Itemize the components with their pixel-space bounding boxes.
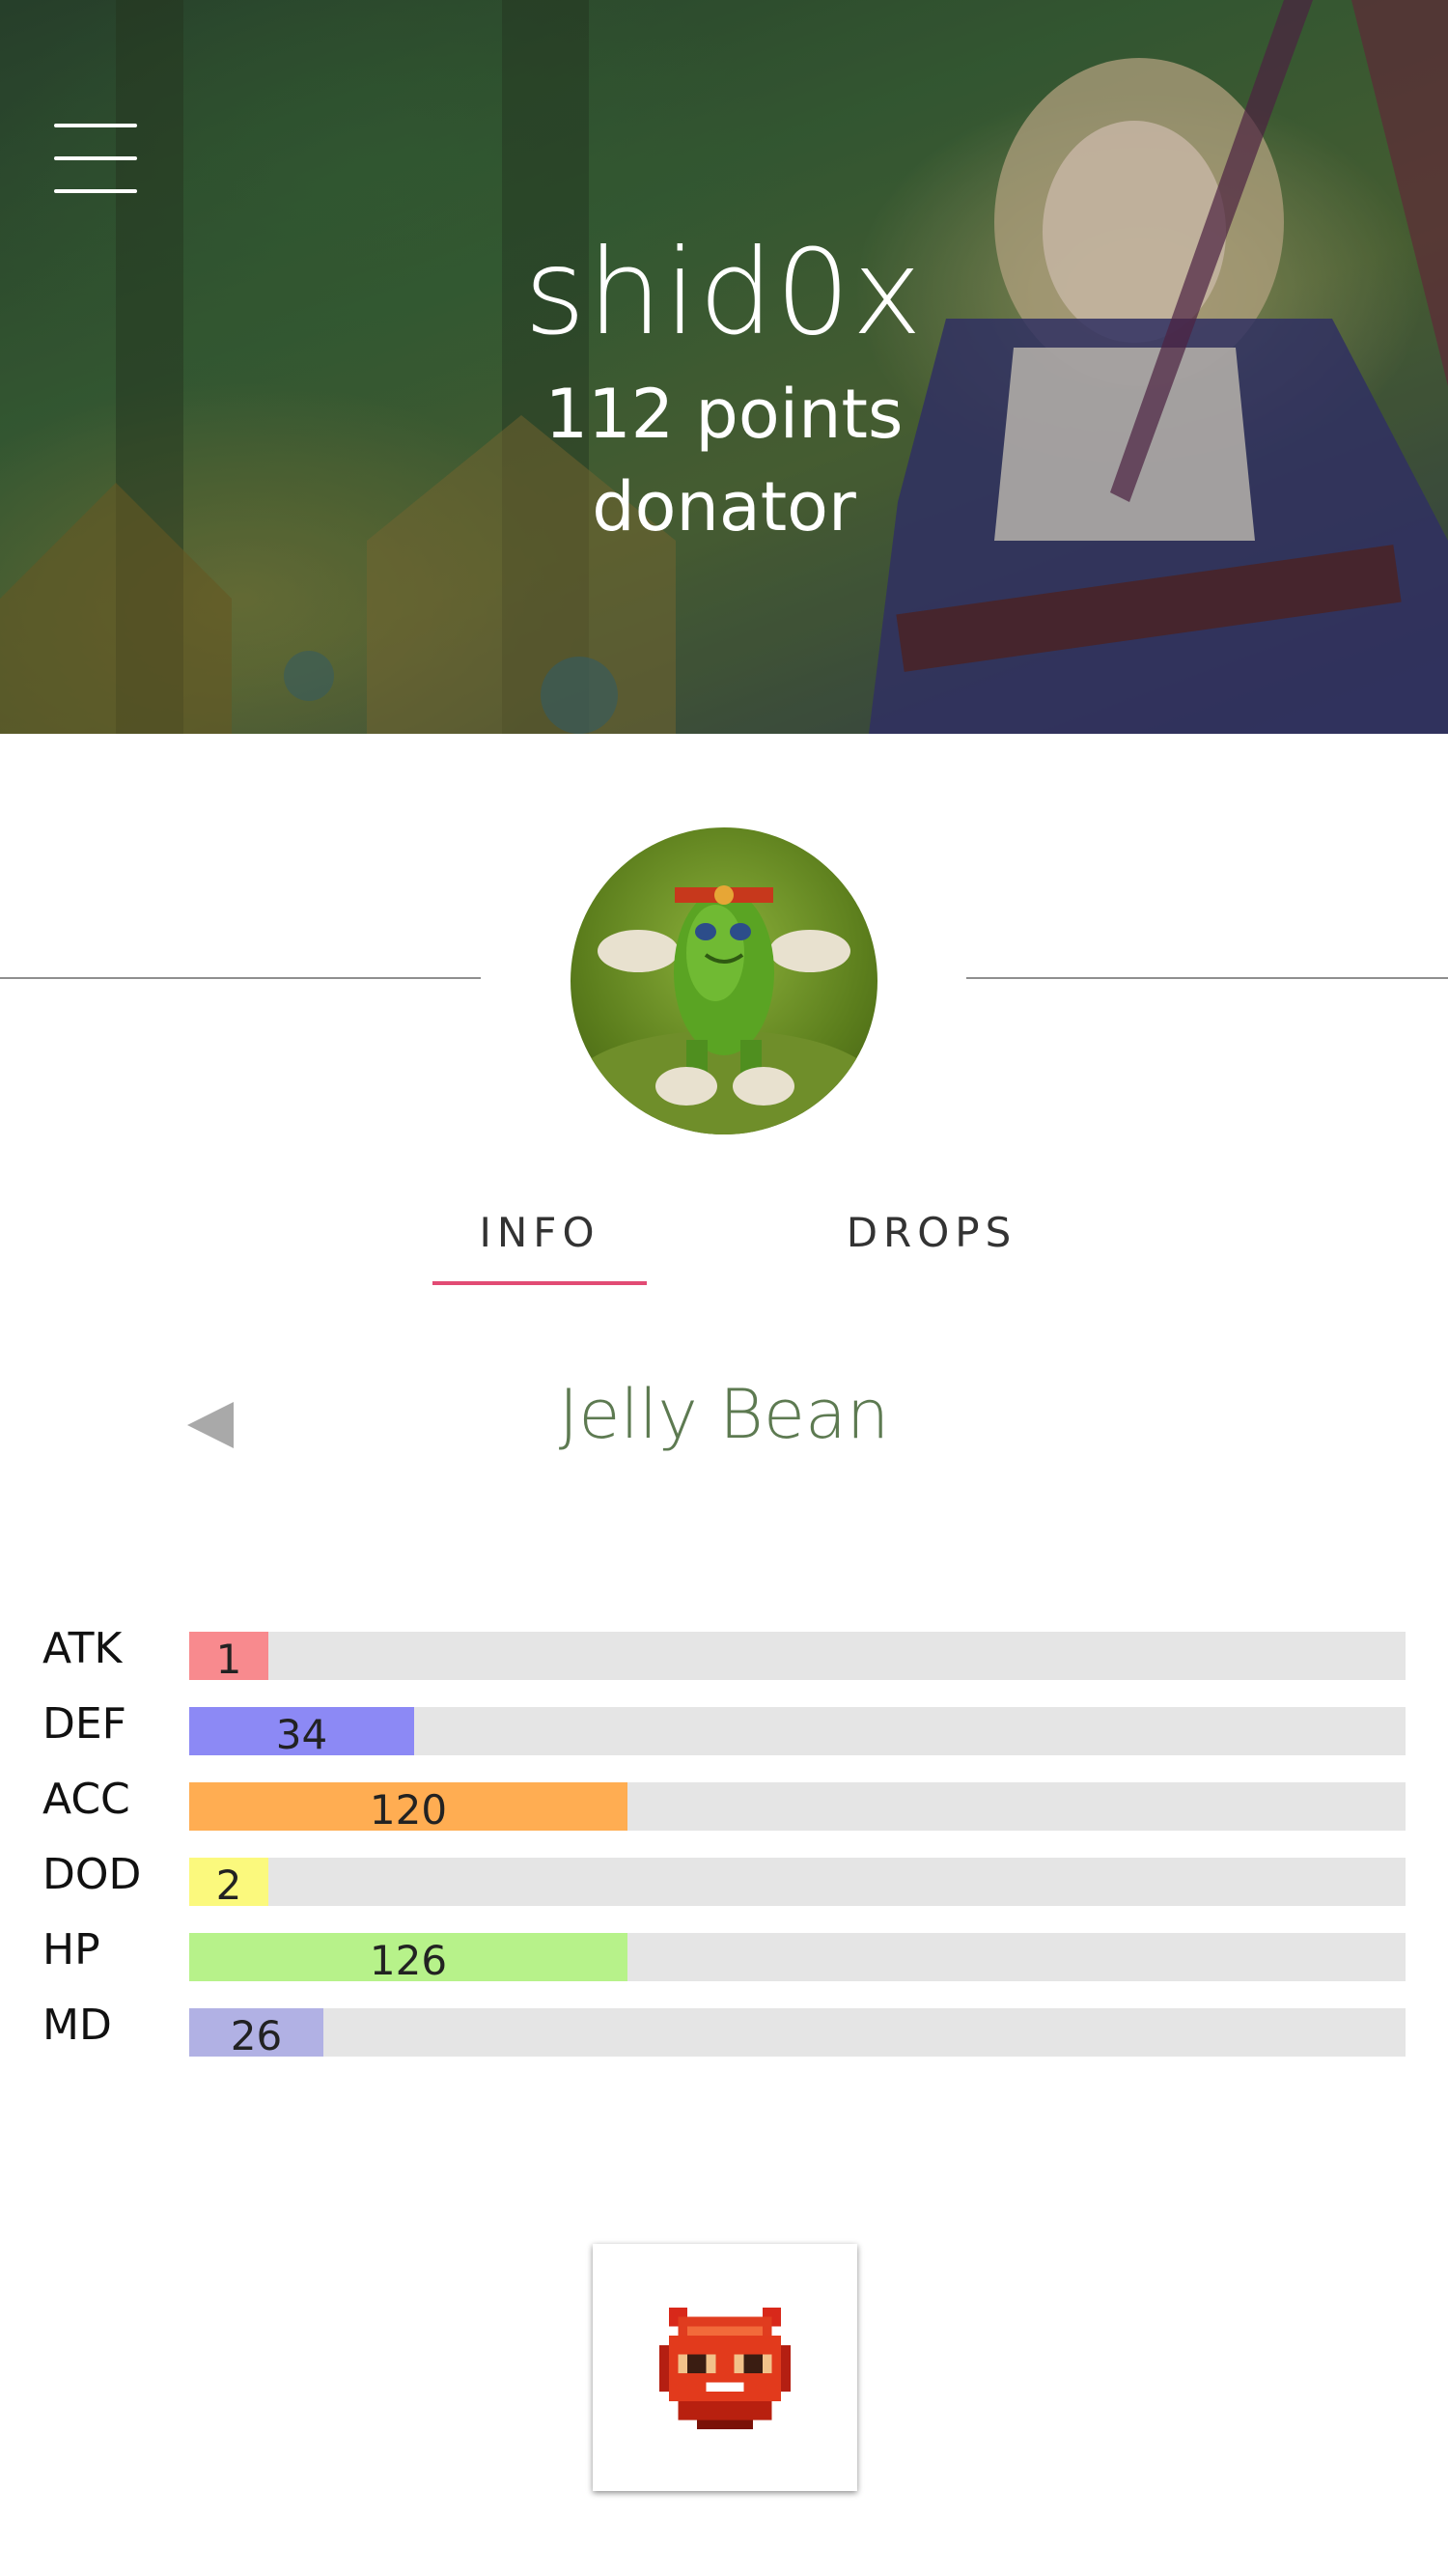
stat-row-atk: ATK 1: [0, 1624, 1448, 1690]
stat-row-md: MD 26: [0, 2001, 1448, 2066]
stat-value: 34: [275, 1711, 328, 1758]
stat-row-hp: HP 126: [0, 1925, 1448, 1991]
stat-row-acc: ACC 120: [0, 1775, 1448, 1840]
stat-bar-track: 1: [189, 1632, 1406, 1683]
divider-line-left: [0, 977, 481, 979]
stat-bar-track: 34: [189, 1707, 1406, 1758]
stat-bar-track: 120: [189, 1782, 1406, 1834]
tab-drops[interactable]: DROPS: [830, 1209, 1033, 1256]
active-tab-indicator: [432, 1281, 647, 1285]
stat-value: 120: [369, 1786, 448, 1834]
stat-label: DOD: [42, 1850, 142, 1899]
stat-label: DEF: [42, 1699, 126, 1749]
tab-info[interactable]: INFO: [432, 1209, 647, 1256]
profile-username: shid0x: [523, 224, 925, 361]
stat-label: MD: [42, 2001, 112, 2050]
monster-name: Jelly Bean: [558, 1375, 890, 1454]
profile-banner: [0, 0, 1448, 734]
monster-avatar: [571, 827, 877, 1134]
stat-value: 126: [369, 1937, 448, 1984]
drop-item-card[interactable]: [593, 2244, 857, 2491]
stat-value: 1: [215, 1636, 242, 1683]
divider-line-right: [966, 977, 1448, 979]
stat-row-dod: DOD 2: [0, 1850, 1448, 1916]
stat-label: ACC: [42, 1775, 130, 1824]
profile-points: 112 points: [544, 375, 904, 454]
stat-bar-track: 2: [189, 1858, 1406, 1909]
stat-value: 2: [215, 1862, 242, 1909]
stat-label: ATK: [42, 1624, 123, 1673]
profile-rank: donator: [592, 467, 856, 546]
stat-value: 26: [230, 2012, 283, 2059]
stat-bar-track: 26: [189, 2008, 1406, 2059]
stat-row-def: DEF 34: [0, 1699, 1448, 1765]
banner-overlay: [0, 0, 1448, 734]
stat-label: HP: [42, 1925, 100, 1974]
stat-bar-track: 126: [189, 1933, 1406, 1984]
hamburger-menu-icon[interactable]: [54, 124, 137, 193]
red-demon-mask-icon: [659, 2308, 791, 2429]
jelly-bean-monster-image: [571, 885, 877, 1134]
